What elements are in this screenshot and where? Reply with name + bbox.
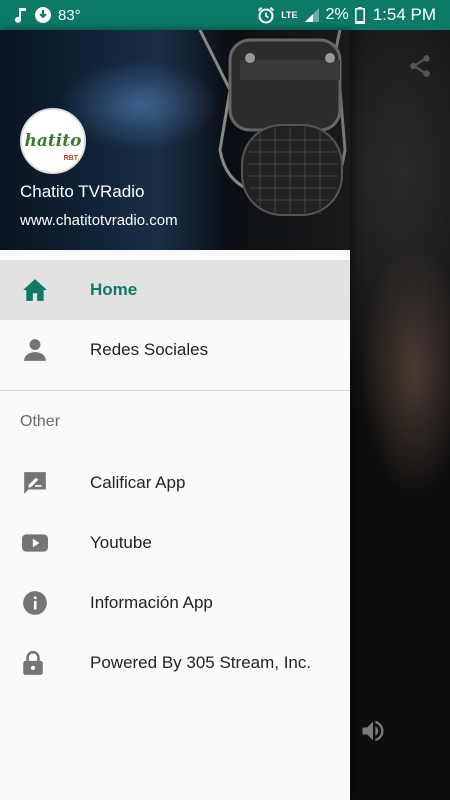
download-icon xyxy=(35,7,51,23)
logo-sub: RBT xyxy=(63,155,78,162)
microphone-image xyxy=(198,30,347,216)
menu-item-label: Powered By 305 Stream, Inc. xyxy=(90,653,312,672)
rate-review-icon xyxy=(0,470,90,496)
status-left: 83° xyxy=(14,6,81,24)
menu-item-home[interactable]: Home xyxy=(0,260,350,320)
app-website: www.chatitotvradio.com xyxy=(20,212,178,229)
temperature-text: 83° xyxy=(58,6,81,24)
drawer-menu: Home Redes Sociales Other Calificar App … xyxy=(0,250,350,693)
drawer-header: hatito RBT Chatito TVRadio www.chatitotv… xyxy=(0,30,350,250)
clock: 1:54 PM xyxy=(372,5,436,24)
home-icon xyxy=(0,278,90,302)
volume-button[interactable] xyxy=(356,714,390,748)
volume-icon xyxy=(362,720,384,742)
section-header-other: Other xyxy=(20,413,61,430)
music-note-icon xyxy=(15,8,26,23)
menu-item-label: Youtube xyxy=(90,533,152,552)
menu-item-label: Información App xyxy=(90,593,213,612)
menu-item-redes-sociales[interactable]: Redes Sociales xyxy=(0,320,350,380)
share-button[interactable] xyxy=(404,50,436,82)
app-title: Chatito TVRadio xyxy=(20,182,145,201)
menu-item-informacion-app[interactable]: Información App xyxy=(0,573,350,633)
lte-indicator: LTE xyxy=(281,9,298,20)
alarm-icon xyxy=(258,7,275,24)
background-glow xyxy=(360,240,450,500)
battery-percent: 2% xyxy=(325,6,349,23)
person-icon xyxy=(0,337,90,363)
menu-item-label: Home xyxy=(90,280,138,299)
youtube-icon xyxy=(0,533,90,553)
app-logo: hatito RBT xyxy=(20,108,86,174)
status-bar: 83° LTE 2% 1:54 PM xyxy=(0,0,450,30)
share-icon xyxy=(410,55,430,77)
signal-icon xyxy=(304,8,319,22)
menu-item-powered-by[interactable]: Powered By 305 Stream, Inc. xyxy=(0,633,350,693)
battery-icon xyxy=(354,6,365,24)
logo-text: hatito xyxy=(24,131,82,151)
menu-item-youtube[interactable]: Youtube xyxy=(0,513,350,573)
info-icon xyxy=(0,590,90,616)
navigation-drawer: hatito RBT Chatito TVRadio www.chatitotv… xyxy=(0,30,350,800)
lock-icon xyxy=(0,650,90,676)
menu-item-label: Calificar App xyxy=(90,473,186,492)
menu-item-label: Redes Sociales xyxy=(90,340,209,359)
status-right: LTE 2% 1:54 PM xyxy=(257,5,436,25)
menu-item-calificar-app[interactable]: Calificar App xyxy=(0,453,350,513)
